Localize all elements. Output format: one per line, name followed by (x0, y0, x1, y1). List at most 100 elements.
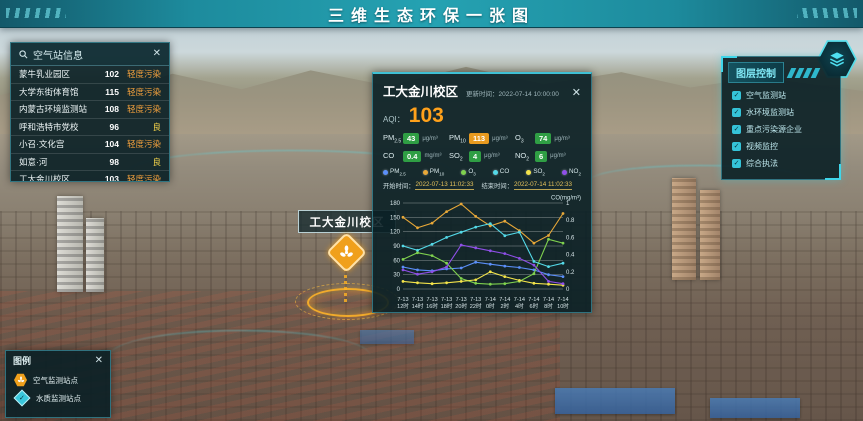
chart-legend-item[interactable]: PM2.5 (383, 168, 406, 176)
checkbox-checked-icon[interactable]: ✓ (732, 125, 741, 134)
chart-legend-item[interactable]: PM10 (423, 168, 444, 176)
svg-text:0.8: 0.8 (566, 218, 575, 224)
pollutant-cell: SO2 4 μg/m³ (449, 151, 515, 163)
station-aqi-value: 96 (95, 122, 119, 132)
station-aqi-value: 102 (95, 69, 119, 79)
legend-label: PM10 (430, 168, 444, 176)
station-name: 内蒙古环境监测站 (19, 103, 95, 115)
station-row[interactable]: 大学东街体育馆 115 轻度污染 (11, 84, 169, 102)
checkbox-checked-icon[interactable]: ✓ (732, 108, 741, 117)
station-panel-header: 空气站信息 ✕ (11, 43, 169, 66)
legend-label: PM2.5 (390, 168, 406, 176)
station-panel-title: 空气站信息 (33, 47, 83, 62)
station-name: 如意·河 (19, 156, 95, 168)
station-name: 呼和浩特市党校 (19, 121, 95, 133)
layer-label: 水环境监测站 (746, 107, 794, 118)
layer-panel-header: 图层控制 (728, 62, 834, 83)
pollutant-unit: μg/m³ (422, 136, 437, 142)
station-name: 蒙牛乳业园区 (19, 68, 95, 80)
station-row[interactable]: 如意·河 98 良 (11, 154, 169, 172)
svg-text:120: 120 (390, 230, 401, 236)
pollutant-label: PM2.5 (383, 133, 402, 145)
pollutant-value-badge: 4 (469, 151, 481, 162)
end-time-group: 结束时间： 2022-07-14 11:02:33 (482, 181, 573, 190)
svg-text:18时: 18时 (441, 302, 453, 310)
svg-text:150: 150 (390, 216, 401, 222)
svg-text:2时: 2时 (500, 302, 509, 310)
checkbox-checked-icon[interactable]: ✓ (732, 159, 741, 168)
map-decoration-brown-tower (700, 190, 720, 280)
layer-item[interactable]: ✓ 综合执法 (722, 155, 840, 172)
layer-label: 重点污染源企业 (746, 124, 802, 135)
close-icon[interactable]: ✕ (95, 356, 103, 366)
station-detail-panel: 工大金川校区 更新时间：2022-07-14 10:00:00 ✕ AQI： 1… (372, 72, 592, 313)
map-decoration-white-tower (57, 196, 83, 292)
update-time-label: 更新时间： (466, 91, 499, 98)
svg-text:7-13: 7-13 (470, 297, 481, 303)
svg-text:7-14: 7-14 (485, 297, 496, 303)
pollutant-label: PM10 (449, 133, 468, 145)
pollutant-trend-chart[interactable]: 030609012015018000.20.40.60.81CO(mg/m³)7… (383, 193, 581, 320)
end-time-label: 结束时间： (482, 181, 513, 190)
end-time-input[interactable]: 2022-07-14 11:02:33 (514, 181, 572, 190)
time-range-row: 开始时间： 2022-07-13 11:02:33 结束时间： 2022-07-… (383, 181, 581, 190)
checkbox-checked-icon[interactable]: ✓ (732, 142, 741, 151)
map-decoration-blue-roof (555, 388, 675, 414)
legend-item-air: 空气监测站点 (6, 369, 110, 387)
layer-item[interactable]: ✓ 水环境监测站 (722, 104, 840, 121)
layer-item[interactable]: ✓ 重点污染源企业 (722, 121, 840, 138)
fan-icon (338, 244, 355, 261)
station-row[interactable]: 小召·文化宫 104 轻度污染 (11, 136, 169, 154)
pollutant-value-badge: 6 (535, 151, 547, 162)
update-time: 更新时间：2022-07-14 10:00:00 (466, 88, 559, 98)
legend-dot-icon (423, 170, 428, 175)
svg-text:14时: 14时 (412, 302, 424, 310)
map-legend-panel: 图例 ✕ 空气监测站点 ✓ 水质监测站点 (5, 350, 111, 418)
svg-text:1: 1 (566, 201, 570, 207)
legend-dot-icon (526, 170, 531, 175)
station-row[interactable]: 呼和浩特市党校 96 良 (11, 119, 169, 137)
hexagon-orange-station-icon (14, 373, 27, 387)
line-chart-svg: 030609012015018000.20.40.60.81CO(mg/m³)7… (383, 193, 581, 315)
svg-text:7-13: 7-13 (441, 297, 452, 303)
pollutant-label: O3 (515, 133, 534, 145)
svg-text:CO(mg/m³): CO(mg/m³) (551, 196, 581, 202)
layer-item[interactable]: ✓ 视频监控 (722, 138, 840, 155)
close-icon[interactable]: ✕ (572, 88, 581, 99)
svg-text:0.4: 0.4 (566, 253, 575, 259)
chart-legend-item[interactable]: NO2 (562, 168, 581, 176)
title-bar: 三维生态环保一张图 (0, 0, 863, 28)
pollutant-unit: mg/m³ (424, 153, 441, 159)
map-decoration-blue-roof (710, 398, 800, 418)
legend-panel-header: 图例 ✕ (6, 351, 110, 369)
station-row[interactable]: 蒙牛乳业园区 102 轻度污染 (11, 66, 169, 84)
pollutant-cell: O3 74 μg/m³ (515, 133, 581, 145)
station-row[interactable]: 工大金川校区 103 轻度污染 (11, 171, 169, 182)
start-time-input[interactable]: 2022-07-13 11:02:33 (415, 181, 473, 190)
legend-item-label: 水质监测站点 (36, 393, 81, 404)
pollutant-unit: μg/m³ (550, 153, 565, 159)
station-aqi-value: 108 (95, 104, 119, 114)
station-aqi-level: 轻度污染 (119, 86, 161, 98)
chart-legend-item[interactable]: SO2 (526, 168, 545, 176)
svg-text:90: 90 (393, 244, 400, 250)
page-title: 三维生态环保一张图 (328, 2, 535, 26)
pollutant-value-badge: 113 (469, 133, 489, 144)
pollutant-label: SO2 (449, 151, 468, 163)
svg-text:180: 180 (390, 201, 401, 207)
search-icon[interactable] (19, 50, 28, 59)
pollutant-grid: PM2.5 43 μg/m³ PM10 113 μg/m³ O3 74 μg/m… (383, 133, 581, 162)
svg-text:60: 60 (393, 259, 400, 265)
layer-list: ✓ 空气监测站 ✓ 水环境监测站 ✓ 重点污染源企业 ✓ 视频监控 ✓ 综合执法 (722, 87, 840, 172)
chart-legend-item[interactable]: O3 (461, 168, 475, 176)
checkbox-checked-icon[interactable]: ✓ (732, 91, 741, 100)
svg-text:20时: 20时 (455, 302, 467, 310)
chart-legend-item[interactable]: CO (493, 168, 509, 176)
close-icon[interactable]: ✕ (153, 49, 161, 59)
station-aqi-value: 115 (95, 87, 119, 97)
legend-dot-icon (461, 170, 466, 175)
layer-item[interactable]: ✓ 空气监测站 (722, 87, 840, 104)
station-row[interactable]: 内蒙古环境监测站 108 轻度污染 (11, 101, 169, 119)
pollutant-unit: μg/m³ (554, 136, 569, 142)
detail-panel-header: 工大金川校区 更新时间：2022-07-14 10:00:00 ✕ (383, 81, 581, 100)
